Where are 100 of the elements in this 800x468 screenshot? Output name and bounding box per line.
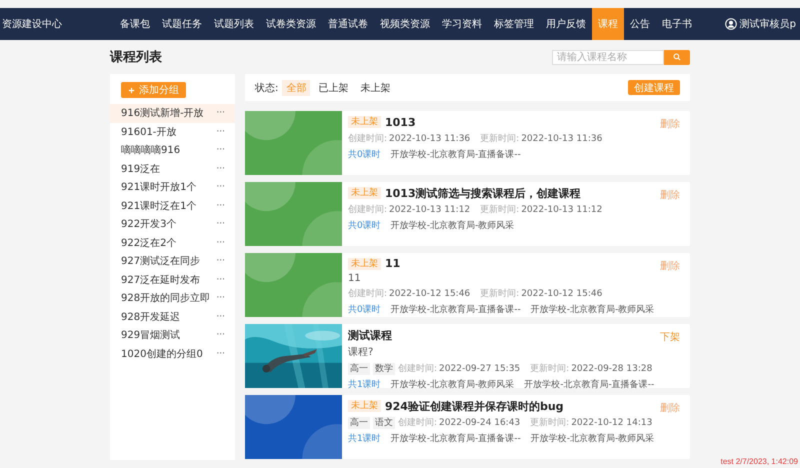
created-label: 创建时间: (398, 416, 438, 429)
category-path: 开放学校-北京教育局-教师风采 (530, 303, 654, 316)
group-item[interactable]: 928开发延迟 ··· (110, 308, 235, 326)
status-label: 状态: (255, 82, 278, 94)
site-title[interactable]: 资源建设中心 (0, 17, 114, 31)
lesson-count-link[interactable]: 共0课时 (348, 148, 381, 161)
group-name: 91601-开放 (121, 126, 176, 139)
status-filter-tab[interactable]: 未上架 (356, 80, 394, 96)
more-icon[interactable]: ··· (216, 238, 225, 248)
group-item[interactable]: 921课时泛在1个 ··· (110, 196, 235, 215)
nav-tab[interactable]: 视频类资源 (374, 8, 436, 40)
group-item[interactable]: 929冒烟测试 ··· (110, 326, 235, 344)
group-item[interactable]: 922开发3个 ··· (110, 215, 235, 234)
nav-tab[interactable]: 用户反馈 (540, 8, 592, 40)
updated-time: 2022-09-28 13:28 (571, 364, 652, 374)
group-name: 嘀嘀嘀嘀916 (121, 144, 180, 158)
category-path: 开放学校-北京教育局-直播备课-- (390, 148, 521, 161)
nav-tab[interactable]: 试卷类资源 (260, 8, 322, 40)
updated-time: 2022-10-12 15:46 (521, 288, 602, 298)
group-item[interactable]: 916测试新增-开放 ··· (110, 104, 235, 122)
created-time: 2022-10-13 11:36 (389, 134, 470, 144)
nav-tab[interactable]: 备课包 (114, 8, 156, 40)
group-name: 928开发延迟 (121, 310, 180, 324)
user-avatar-icon[interactable] (724, 18, 737, 30)
category-path: 开放学校-北京教育局-直播备课-- (524, 378, 654, 391)
status-tag: 未上架 (348, 400, 381, 412)
group-item[interactable]: 嘀嘀嘀嘀916 ··· (110, 141, 235, 160)
tag: 高一 (348, 362, 370, 374)
course-title[interactable]: 924验证创建课程并保存课时的bug (385, 398, 564, 414)
course-title[interactable]: 11 (385, 257, 400, 270)
group-name: 928开放的同步立即 (121, 292, 210, 306)
more-icon[interactable]: ··· (216, 219, 225, 230)
nav-tab[interactable]: 电子书 (656, 8, 698, 40)
search-icon (673, 53, 681, 61)
course-title[interactable]: 1013 (385, 116, 416, 128)
created-label: 创建时间: (398, 362, 438, 375)
more-icon[interactable]: ··· (216, 312, 225, 322)
more-icon[interactable]: ··· (216, 200, 225, 211)
group-item[interactable]: 919泛在 ··· (110, 160, 235, 178)
group-item[interactable]: 928开放的同步立即 ··· (110, 289, 235, 308)
updated-label: 更新时间: (480, 288, 520, 300)
course-title[interactable]: 测试课程 (348, 328, 392, 342)
nav-tab[interactable]: 标签管理 (488, 8, 540, 40)
updated-time: 2022-10-13 11:12 (521, 204, 602, 214)
more-icon[interactable]: ··· (216, 348, 225, 359)
group-item[interactable]: 922泛在2个 ··· (110, 234, 235, 252)
group-name: 919泛在 (121, 162, 160, 176)
more-icon[interactable]: ··· (216, 145, 225, 156)
group-name: 927泛在延时发布 (121, 274, 200, 287)
timestamp-text: test 2/7/2023, 1:42:09 (720, 457, 798, 467)
lesson-count-link[interactable]: 共1课时 (348, 432, 381, 445)
group-item[interactable]: 91601-开放 ··· (110, 122, 235, 141)
category-path: 开放学校-北京教育局-直播备课-- (390, 303, 521, 316)
updated-time: 2022-10-13 11:36 (521, 134, 602, 144)
more-icon[interactable]: ··· (216, 126, 225, 137)
group-item[interactable]: 927泛在延时发布 ··· (110, 270, 235, 289)
created-label: 创建时间: (348, 132, 388, 145)
nav-tab[interactable]: 普通试卷 (322, 8, 374, 40)
updated-label: 更新时间: (480, 204, 520, 216)
nav-tab[interactable]: 试题任务 (156, 8, 208, 40)
updated-label: 更新时间: (480, 132, 520, 145)
more-icon[interactable]: ··· (216, 164, 225, 174)
lesson-count-link[interactable]: 共0课时 (348, 219, 381, 232)
created-time: 2022-10-13 11:12 (389, 204, 470, 214)
created-label: 创建时间: (348, 288, 388, 300)
created-label: 创建时间: (348, 204, 388, 216)
nav-tab[interactable]: 试题列表 (208, 8, 260, 40)
status-tag: 未上架 (348, 258, 381, 270)
updated-label: 更新时间: (530, 416, 570, 429)
group-item[interactable]: 1020创建的分组0 ··· (110, 344, 235, 363)
status-filter-tab[interactable]: 已上架 (314, 80, 352, 96)
created-time: 2022-09-24 16:43 (439, 418, 520, 428)
updated-time: 2022-10-12 14:13 (571, 418, 652, 428)
lesson-count-link[interactable]: 共1课时 (348, 378, 381, 391)
more-icon[interactable]: ··· (216, 108, 225, 118)
page-title: 课程列表 (110, 49, 162, 66)
group-name: 922泛在2个 (121, 236, 176, 250)
plus-icon (128, 86, 135, 94)
search-field[interactable]: 请输入课程名称 (552, 50, 664, 64)
status-tag: 未上架 (348, 187, 381, 199)
lesson-count-link[interactable]: 共0课时 (348, 303, 381, 316)
tag: 语文 (373, 416, 395, 428)
more-icon[interactable]: ··· (216, 274, 225, 285)
more-icon[interactable]: ··· (216, 330, 225, 340)
category-path: 开放学校-北京教育局-教师风采 (390, 219, 514, 232)
group-name: 921课时开放1个 (121, 180, 196, 194)
group-name: 927测试泛在同步 (121, 254, 200, 268)
user-name[interactable]: 测试审核员p (740, 17, 796, 31)
group-item[interactable]: 921课时开放1个 ··· (110, 178, 235, 196)
category-path: 开放学校-北京教育局-教师风采 (390, 378, 514, 391)
nav-tab[interactable]: 学习资料 (436, 8, 488, 40)
more-icon[interactable]: ··· (216, 182, 225, 192)
group-item[interactable]: 927测试泛在同步 ··· (110, 252, 235, 270)
nav-tab[interactable]: 公告 (624, 8, 656, 40)
updated-label: 更新时间: (530, 362, 570, 375)
more-icon[interactable]: ··· (216, 256, 225, 266)
course-title[interactable]: 1013测试筛选与搜索课程后，创建课程 (385, 186, 581, 200)
group-name: 921课时泛在1个 (121, 200, 196, 213)
more-icon[interactable]: ··· (216, 293, 225, 304)
group-name: 916测试新增-开放 (121, 106, 204, 120)
